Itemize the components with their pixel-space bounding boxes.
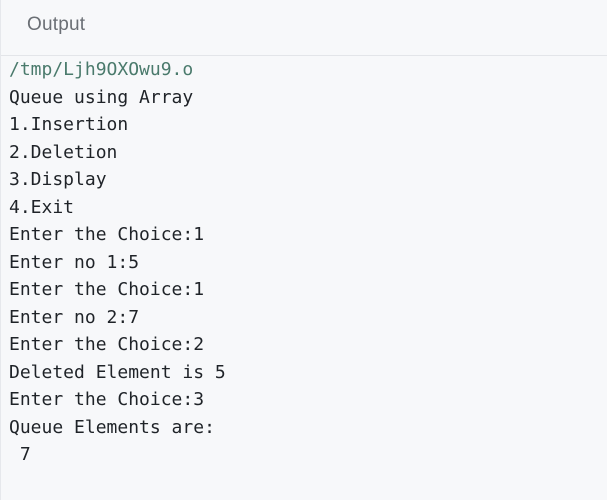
console-line: 1.Insertion xyxy=(9,114,129,135)
console-line: 7 xyxy=(9,444,31,465)
console-line: 3.Display xyxy=(9,169,107,190)
console-line: 4.Exit xyxy=(9,197,75,218)
console-line: Enter the Choice:2 xyxy=(9,334,205,355)
console-output: /tmp/Ljh9OXOwu9.o Queue using Array 1.In… xyxy=(1,57,607,500)
console-line: Deleted Element is 5 xyxy=(9,362,226,383)
console-line: 2.Deletion xyxy=(9,142,118,163)
console-line: Queue using Array xyxy=(9,87,194,108)
output-panel: Output /tmp/Ljh9OXOwu9.o Queue using Arr… xyxy=(0,0,607,500)
console-line: Enter no 1:5 xyxy=(9,252,140,273)
output-title: Output xyxy=(27,14,86,35)
console-line: Enter the Choice:3 xyxy=(9,389,205,410)
console-line: Enter the Choice:1 xyxy=(9,224,205,245)
console-line-path: /tmp/Ljh9OXOwu9.o xyxy=(9,59,194,80)
console-line: Enter no 2:7 xyxy=(9,307,140,328)
console-line: Queue Elements are: xyxy=(9,417,215,438)
console-line: Enter the Choice:1 xyxy=(9,279,205,300)
output-header: Output xyxy=(1,0,607,56)
